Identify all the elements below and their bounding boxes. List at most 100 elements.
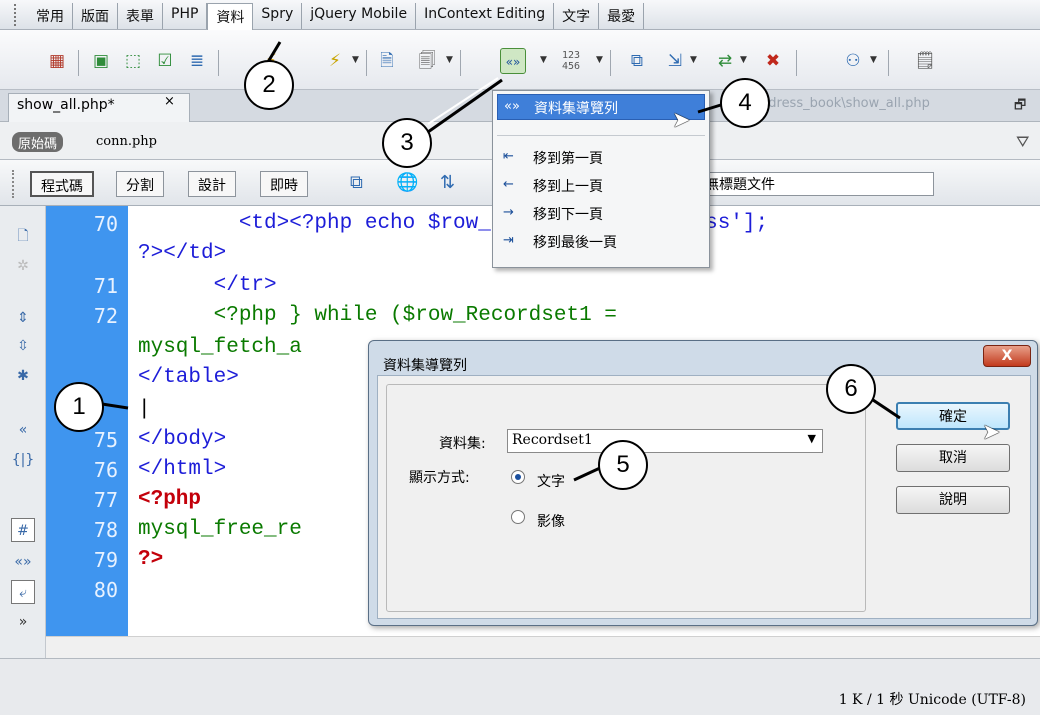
code-line: mysql_fetch_a xyxy=(138,336,302,359)
browser-preview-icon[interactable]: 🌐 xyxy=(396,172,418,193)
close-icon[interactable]: × xyxy=(164,94,175,109)
document-title-input[interactable] xyxy=(700,172,934,196)
highlight-invalid-icon[interactable]: «» xyxy=(11,550,35,574)
move-next-icon: → xyxy=(503,205,514,220)
menu-item-label: 移到下一頁 xyxy=(533,207,603,223)
select-parent-tag-icon[interactable]: « xyxy=(11,418,35,442)
tab-favorites[interactable]: 最愛 xyxy=(599,3,645,29)
radio-text-label: 文字 xyxy=(537,474,565,490)
source-code-button[interactable]: 原始碼 xyxy=(12,132,64,152)
line-number: 71 xyxy=(93,274,118,298)
related-file-link[interactable]: conn.php xyxy=(96,134,157,149)
line-number: 78 xyxy=(93,518,118,542)
file-transfer-icon[interactable]: ⇅ xyxy=(440,172,455,193)
code-line: </html> xyxy=(138,458,227,481)
code-line: </table> xyxy=(138,366,239,389)
collapse-tag-icon[interactable]: ⇕ xyxy=(11,306,35,330)
dialog-close-button[interactable]: X xyxy=(983,345,1031,367)
callout-2: 2 xyxy=(244,60,294,110)
code-view-button[interactable]: 程式碼 xyxy=(30,171,94,197)
split-view-button[interactable]: 分割 xyxy=(116,171,164,197)
tab-incontext-editing[interactable]: InContext Editing xyxy=(416,3,555,29)
dialog-body: 資料集: Recordset1 ▼ 顯示方式: 文字 影像 確定 取消 說明 xyxy=(377,375,1031,619)
code-line: </tr> xyxy=(138,274,277,297)
menu-item-move-last[interactable]: ⇥ 移到最後一頁 xyxy=(497,229,705,255)
text-cursor: | xyxy=(138,398,151,421)
move-first-icon: ⇤ xyxy=(503,149,514,164)
more-tools-icon[interactable]: » xyxy=(11,610,35,634)
dynamic-data-icon[interactable]: ≣ xyxy=(184,48,210,74)
document-tab[interactable]: show_all.php* xyxy=(8,93,190,122)
callout-1: 1 xyxy=(54,382,104,432)
xslt-icon[interactable]: 🗒 xyxy=(912,48,938,74)
callout-6: 6 xyxy=(826,364,876,414)
server-behavior-icon[interactable]: ⚡ xyxy=(322,48,348,74)
callout-4: 4 xyxy=(720,78,770,128)
user-auth-icon[interactable]: ⚇ xyxy=(840,48,866,74)
code-line: <?php } while ($row_Recordset1 = xyxy=(138,304,617,327)
repeat-region-icon[interactable]: 🗎 xyxy=(374,48,400,74)
tab-forms[interactable]: 表單 xyxy=(118,3,163,29)
menu-item-move-first[interactable]: ⇤ 移到第一頁 xyxy=(497,145,705,171)
insert-record-icon[interactable]: ⇲ xyxy=(662,48,688,74)
mouse-pointer-icon: ➤ xyxy=(982,420,1001,445)
menu-item-move-next[interactable]: → 移到下一頁 xyxy=(497,201,705,227)
tab-layout[interactable]: 版面 xyxy=(73,3,118,29)
horizontal-scrollbar[interactable] xyxy=(46,636,1040,658)
stored-procedure-icon[interactable]: ☑ xyxy=(152,48,178,74)
display-mode-label: 顯示方式: xyxy=(409,470,470,486)
menu-item-label: 資料集導覽列 xyxy=(534,101,618,117)
coding-toolbar: 🗋 ✲ ⇕ ⇳ ✱ « {|} # «» ⤶ » xyxy=(0,206,46,658)
expand-all-icon[interactable]: ✱ xyxy=(11,364,35,388)
radio-text[interactable] xyxy=(511,470,525,484)
insert-panel-tabs: 常用 版面 表單 PHP 資料 Spry jQuery Mobile InCon… xyxy=(0,0,1040,31)
balance-braces-icon[interactable]: {|} xyxy=(11,448,35,472)
tab-jquery-mobile[interactable]: jQuery Mobile xyxy=(302,3,417,29)
move-last-icon: ⇥ xyxy=(503,233,514,248)
tab-spry[interactable]: Spry xyxy=(253,3,303,29)
code-line: <?php xyxy=(138,488,202,511)
prepared-icon[interactable]: ⬚ xyxy=(120,48,146,74)
tab-php[interactable]: PHP xyxy=(163,3,208,29)
show-code-navigator-icon[interactable]: ✲ xyxy=(11,254,35,278)
multiscreen-icon[interactable]: ⧉ xyxy=(350,172,363,193)
import-data-icon[interactable]: ▦ xyxy=(44,48,70,74)
collapse-selection-icon[interactable]: ⇳ xyxy=(11,334,35,358)
code-line: ?></td> xyxy=(138,242,227,265)
word-wrap-icon[interactable]: ⤶ xyxy=(11,580,35,604)
help-button[interactable]: 說明 xyxy=(896,486,1010,514)
tab-common[interactable]: 常用 xyxy=(28,3,73,29)
restore-icon[interactable]: 🗗 xyxy=(1014,96,1026,118)
menu-item-label: 移到上一頁 xyxy=(533,179,603,195)
design-view-button[interactable]: 設計 xyxy=(188,171,236,197)
menu-item-label: 移到第一頁 xyxy=(533,151,603,167)
line-numbers-icon[interactable]: # xyxy=(11,518,35,542)
open-documents-icon[interactable]: 🗋 xyxy=(11,224,35,248)
recordset-nav-icon: «» xyxy=(504,99,520,114)
master-detail-icon[interactable]: ⧉ xyxy=(624,48,650,74)
delete-record-icon[interactable]: ✖ xyxy=(760,48,786,74)
tab-data[interactable]: 資料 xyxy=(207,3,254,31)
show-region-icon[interactable]: 🗐 xyxy=(414,48,440,74)
tab-text[interactable]: 文字 xyxy=(554,3,600,29)
radio-image[interactable] xyxy=(511,510,525,524)
chevron-down-icon: ▼ xyxy=(807,432,816,445)
recordset-nav-dialog: 資料集導覽列 X 資料集: Recordset1 ▼ 顯示方式: 文字 影像 確定… xyxy=(368,340,1038,626)
line-number: 80 xyxy=(93,578,118,602)
menu-item-move-prev[interactable]: ← 移到上一頁 xyxy=(497,173,705,199)
line-number: 76 xyxy=(93,458,118,482)
filter-icon[interactable]: ⛛ xyxy=(1016,132,1029,152)
recordset-icon[interactable]: ▣ xyxy=(88,48,114,74)
display-record-count-icon[interactable]: 123 456 xyxy=(562,50,592,72)
update-record-icon[interactable]: ⇄ xyxy=(712,48,738,74)
line-number: 77 xyxy=(93,488,118,512)
live-view-button[interactable]: 即時 xyxy=(260,171,308,197)
menu-item-label: 移到最後一頁 xyxy=(533,235,617,251)
cancel-button[interactable]: 取消 xyxy=(896,444,1010,472)
code-line: </body> xyxy=(138,428,227,451)
panel-grip[interactable] xyxy=(14,4,18,26)
recordset-paging-icon[interactable]: «» xyxy=(500,48,526,74)
recordset-select[interactable]: Recordset1 ▼ xyxy=(507,429,823,453)
status-text: 1 K / 1 秒 Unicode (UTF-8) xyxy=(838,692,1026,708)
recordset-select-value: Recordset1 xyxy=(512,432,593,448)
